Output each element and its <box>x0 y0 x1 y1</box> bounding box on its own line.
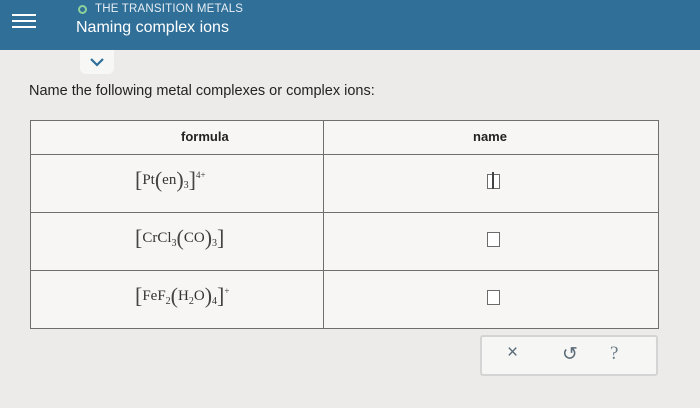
answer-input-row-1[interactable] <box>487 172 500 189</box>
undo-button[interactable]: ↺ <box>562 343 578 366</box>
formula-row-3: [FeF2(H2O)4]+ <box>135 283 230 308</box>
answer-input-row-2[interactable] <box>487 232 500 247</box>
hamburger-icon-line <box>12 26 36 28</box>
name-column-header: name <box>473 129 507 144</box>
menu-button[interactable] <box>12 10 36 34</box>
page-title: Naming complex ions <box>76 19 229 36</box>
row-divider <box>31 212 658 213</box>
circle-outline-icon <box>78 4 87 14</box>
formula-column-header: formula <box>181 129 229 144</box>
column-divider <box>323 121 324 328</box>
answer-input-row-3[interactable] <box>487 290 500 305</box>
help-button[interactable]: ? <box>610 343 618 365</box>
chevron-down-icon <box>90 57 104 67</box>
section-name: THE TRANSITION METALS <box>95 3 244 15</box>
formula-row-2: [CrCl3(CO)3] <box>135 225 225 250</box>
hamburger-icon-line <box>12 20 36 22</box>
row-divider <box>31 154 658 155</box>
complex-table: formula name [Pt(en)3]4+ [CrCl3(CO)3] [F… <box>30 120 659 329</box>
question-text: Name the following metal complexes or co… <box>29 83 375 99</box>
row-divider <box>31 270 658 271</box>
clear-button[interactable]: × <box>507 342 518 364</box>
answer-toolbar: × ↺ ? <box>480 335 658 376</box>
collapse-toggle[interactable] <box>80 50 114 74</box>
app-header: THE TRANSITION METALS Naming complex ion… <box>0 0 700 50</box>
section-label: THE TRANSITION METALS <box>78 3 243 15</box>
formula-row-1: [Pt(en)3]4+ <box>135 167 206 192</box>
hamburger-icon-line <box>12 14 36 16</box>
